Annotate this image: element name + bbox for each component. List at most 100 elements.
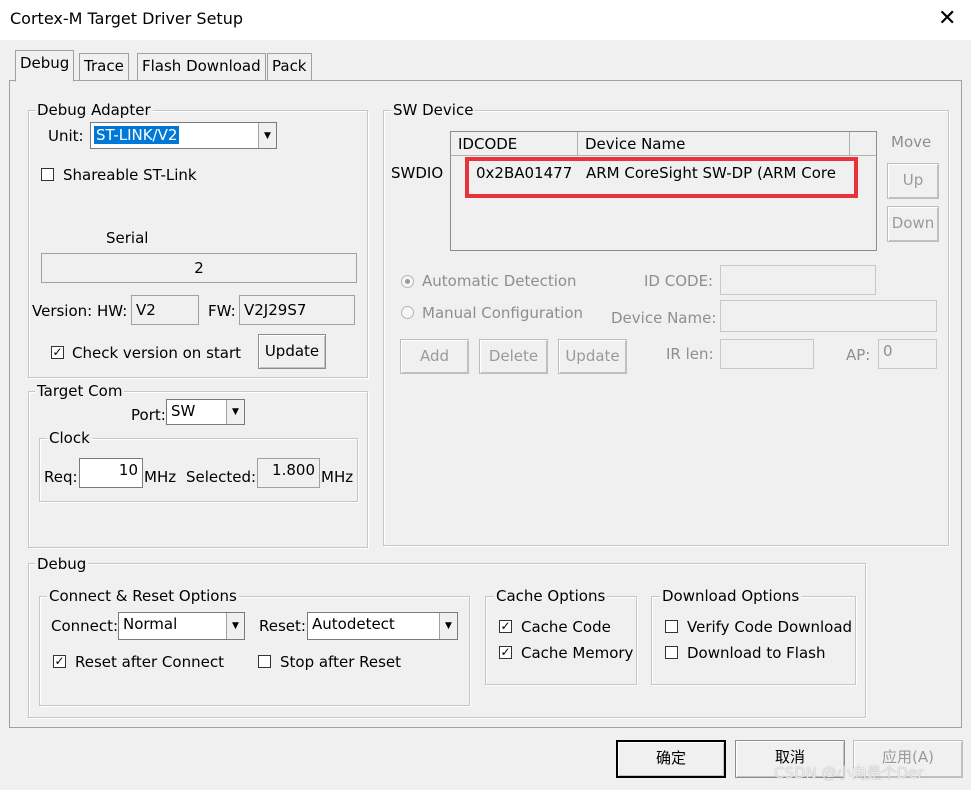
manual-configuration-radio[interactable]: [401, 306, 414, 319]
column-header-idcode[interactable]: IDCODE: [451, 132, 578, 156]
dialog-window: Cortex-M Target Driver Setup ✕ Debug Tra…: [0, 0, 971, 790]
verify-code-download-label: Verify Code Download: [687, 618, 853, 636]
check-icon: ✓: [52, 345, 63, 359]
fw-version-field: V2J29S7: [239, 295, 355, 325]
chevron-down-icon[interactable]: ▼: [226, 613, 244, 639]
id-code-input[interactable]: [720, 265, 876, 295]
check-version-label: Check version on start: [72, 344, 242, 362]
automatic-detection-label: Automatic Detection: [422, 272, 577, 290]
window-title: Cortex-M Target Driver Setup: [10, 9, 243, 28]
tab-trace-label: Trace: [84, 57, 124, 75]
cache-memory-label: Cache Memory: [521, 644, 634, 662]
device-name-label: Device Name:: [611, 309, 717, 327]
unit-label: Unit:: [48, 127, 84, 145]
selected-unit-label: MHz: [321, 468, 354, 486]
radio-dot: [405, 279, 410, 284]
hw-version-field: V2: [131, 295, 199, 325]
version-hw-label: Version: HW:: [32, 302, 128, 320]
download-to-flash-checkbox[interactable]: [665, 646, 678, 659]
cache-options-group-label: Cache Options: [494, 587, 608, 605]
cache-code-checkbox[interactable]: ✓: [499, 620, 512, 633]
fw-label: FW:: [208, 302, 236, 320]
fw-version-value: V2J29S7: [244, 301, 307, 319]
device-name-input[interactable]: [720, 300, 937, 332]
connect-select[interactable]: Normal ▼: [118, 612, 245, 640]
target-com-group-label: Target Com: [35, 382, 125, 400]
tab-pack[interactable]: Pack: [267, 53, 312, 80]
port-label: Port:: [131, 406, 166, 424]
ap-value: 0: [883, 342, 893, 360]
delete-device-button[interactable]: Delete: [479, 339, 548, 374]
ok-button[interactable]: 确定: [616, 740, 726, 778]
column-header-empty: [850, 132, 876, 156]
chevron-down-icon[interactable]: ▼: [439, 613, 457, 639]
title-bar: Cortex-M Target Driver Setup ✕: [0, 0, 971, 40]
manual-configuration-label: Manual Configuration: [422, 304, 584, 322]
reset-select[interactable]: Autodetect ▼: [307, 612, 458, 640]
reset-select-value: Autodetect: [312, 615, 395, 633]
serial-value: 2: [194, 259, 204, 277]
shareable-label: Shareable ST-Link: [63, 166, 197, 184]
reset-after-connect-label: Reset after Connect: [75, 653, 224, 671]
stop-after-reset-checkbox[interactable]: [258, 655, 271, 668]
check-icon: ✓: [500, 645, 511, 659]
add-device-button[interactable]: Add: [400, 339, 469, 374]
download-options-group: [651, 596, 856, 685]
tab-debug-label: Debug: [20, 54, 70, 72]
automatic-detection-radio[interactable]: [401, 275, 414, 288]
move-label: Move: [891, 133, 932, 151]
reset-after-connect-checkbox[interactable]: ✓: [53, 655, 66, 668]
watermark-text: CSDN @小向是个Der: [774, 764, 924, 782]
ir-len-input[interactable]: [720, 339, 814, 369]
req-clock-input[interactable]: 10: [79, 458, 143, 488]
sw-device-group-label: SW Device: [391, 101, 476, 119]
connect-select-value: Normal: [123, 615, 178, 633]
stop-after-reset-label: Stop after Reset: [280, 653, 402, 671]
tab-trace[interactable]: Trace: [79, 53, 129, 80]
serial-label: Serial: [106, 229, 149, 247]
selected-clock-field: 1.800: [257, 458, 320, 488]
connect-reset-group-label: Connect & Reset Options: [47, 587, 239, 605]
chevron-down-icon[interactable]: ▼: [258, 123, 276, 148]
reset-label: Reset:: [259, 617, 306, 635]
connect-label: Connect:: [51, 617, 119, 635]
close-icon[interactable]: ✕: [938, 6, 956, 32]
unit-select[interactable]: ST-LINK/V2 ▼: [90, 122, 277, 149]
check-version-checkbox[interactable]: ✓: [51, 346, 64, 359]
move-up-button[interactable]: Up: [887, 163, 939, 199]
serial-field: 2: [41, 253, 357, 283]
check-icon: ✓: [500, 619, 511, 633]
download-options-group-label: Download Options: [660, 587, 802, 605]
move-down-button[interactable]: Down: [887, 206, 939, 242]
cache-code-label: Cache Code: [521, 618, 611, 636]
cache-options-group: [485, 596, 637, 685]
clock-group-label: Clock: [47, 429, 92, 447]
update-device-button[interactable]: Update: [558, 339, 627, 374]
debug-adapter-group-label: Debug Adapter: [35, 101, 153, 119]
tab-flash-download[interactable]: Flash Download: [137, 53, 266, 80]
ap-input[interactable]: 0: [878, 339, 937, 369]
swdio-label: SWDIO: [391, 164, 444, 182]
ap-label: AP:: [846, 346, 871, 364]
tab-pack-label: Pack: [272, 57, 307, 75]
cache-memory-checkbox[interactable]: ✓: [499, 646, 512, 659]
ir-len-label: IR len:: [666, 345, 714, 363]
debug-group-label: Debug: [35, 555, 89, 573]
port-select[interactable]: SW ▼: [166, 399, 245, 425]
check-icon: ✓: [54, 654, 65, 668]
update-firmware-button[interactable]: Update: [258, 334, 326, 369]
chevron-down-icon[interactable]: ▼: [226, 400, 244, 424]
unit-select-value: ST-LINK/V2: [94, 126, 180, 144]
req-unit-label: MHz: [144, 468, 177, 486]
verify-code-download-checkbox[interactable]: [665, 620, 678, 633]
shareable-checkbox[interactable]: [41, 168, 54, 181]
id-code-label: ID CODE:: [644, 272, 714, 290]
port-select-value: SW: [171, 402, 196, 420]
tab-debug[interactable]: Debug: [15, 50, 75, 82]
req-clock-value: 10: [118, 461, 138, 479]
selected-label: Selected:: [186, 468, 257, 486]
req-label: Req:: [44, 468, 78, 486]
download-to-flash-label: Download to Flash: [687, 644, 826, 662]
column-header-device-name[interactable]: Device Name: [578, 132, 850, 156]
selected-clock-value: 1.800: [272, 461, 315, 479]
